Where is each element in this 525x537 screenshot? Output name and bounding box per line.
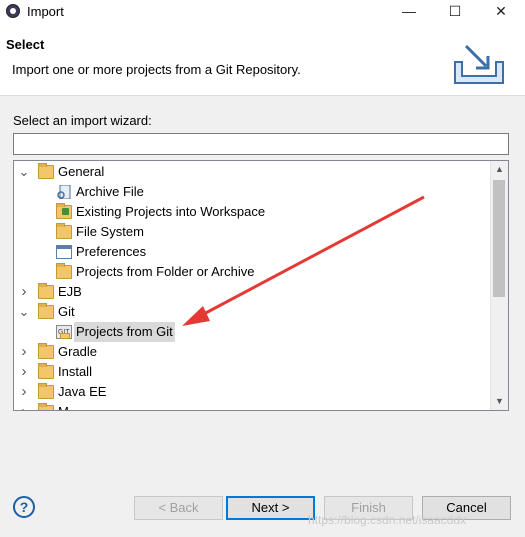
back-button[interactable]: < Back xyxy=(134,496,223,520)
next-button[interactable]: Next > xyxy=(226,496,315,520)
annotation-arrow xyxy=(182,195,425,326)
help-icon[interactable]: ? xyxy=(13,496,35,518)
watermark: https://blog.csdn.net/isaacddx xyxy=(308,513,467,527)
